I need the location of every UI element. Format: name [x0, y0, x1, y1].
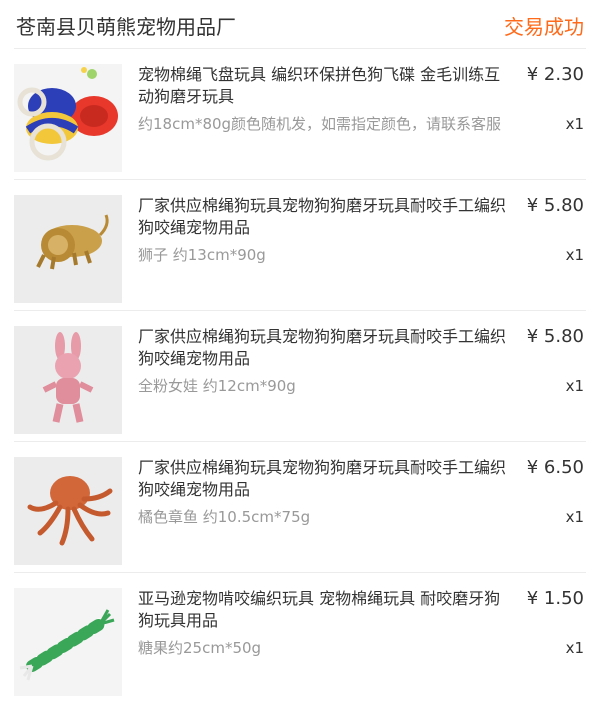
list-item[interactable]: 厂家供应棉绳狗玩具宠物狗狗磨牙玩具耐咬手工编织狗咬绳宠物用品 狮子 约13cm*…: [14, 180, 586, 311]
product-price: ¥ 5.80: [526, 326, 584, 347]
product-price: ¥ 2.30: [526, 64, 584, 85]
rope-lion-toy-icon: [14, 195, 122, 303]
product-spec: 狮子 约13cm*90g: [138, 246, 266, 264]
product-price: ¥ 6.50: [526, 457, 584, 478]
product-image[interactable]: [14, 588, 122, 696]
list-item[interactable]: 宠物棉绳飞盘玩具 编织环保拼色狗飞碟 金毛训练互动狗磨牙玩具 约18cm*80g…: [14, 49, 586, 180]
product-title[interactable]: 亚马逊宠物啃咬编织玩具 宠物棉绳玩具 耐咬磨牙狗狗玩具用品: [138, 588, 516, 632]
order-status: 交易成功: [504, 15, 584, 39]
product-price: ¥ 5.80: [526, 195, 584, 216]
product-quantity: x1: [565, 246, 584, 264]
rope-candy-toy-icon: [14, 588, 122, 696]
product-quantity: x1: [565, 639, 584, 657]
list-item[interactable]: 厂家供应棉绳狗玩具宠物狗狗磨牙玩具耐咬手工编织狗咬绳宠物用品 全粉女娃 约12c…: [14, 311, 586, 442]
product-image[interactable]: [14, 457, 122, 565]
rope-frisbee-toy-icon: [14, 64, 122, 172]
product-quantity: x1: [565, 508, 584, 526]
rope-pink-doll-toy-icon: [14, 326, 122, 434]
product-image[interactable]: [14, 195, 122, 303]
order-item-list: 宠物棉绳飞盘玩具 编织环保拼色狗飞碟 金毛训练互动狗磨牙玩具 约18cm*80g…: [14, 49, 586, 703]
list-item[interactable]: 厂家供应棉绳狗玩具宠物狗狗磨牙玩具耐咬手工编织狗咬绳宠物用品 橘色章鱼 约10.…: [14, 442, 586, 573]
product-title[interactable]: 厂家供应棉绳狗玩具宠物狗狗磨牙玩具耐咬手工编织狗咬绳宠物用品: [138, 195, 516, 239]
product-spec: 约18cm*80g颜色随机发，如需指定颜色，请联系客服: [138, 115, 502, 133]
product-spec: 橘色章鱼 约10.5cm*75g: [138, 508, 311, 526]
shop-name[interactable]: 苍南县贝萌熊宠物用品厂: [16, 11, 236, 40]
product-image[interactable]: [14, 326, 122, 434]
product-title[interactable]: 厂家供应棉绳狗玩具宠物狗狗磨牙玩具耐咬手工编织狗咬绳宠物用品: [138, 326, 516, 370]
product-spec: 全粉女娃 约12cm*90g: [138, 377, 296, 395]
product-price: ¥ 1.50: [526, 588, 584, 609]
rope-octopus-toy-icon: [14, 457, 122, 565]
product-title[interactable]: 宠物棉绳飞盘玩具 编织环保拼色狗飞碟 金毛训练互动狗磨牙玩具: [138, 64, 516, 108]
list-item[interactable]: 亚马逊宠物啃咬编织玩具 宠物棉绳玩具 耐咬磨牙狗狗玩具用品 糖果约25cm*50…: [14, 573, 586, 703]
product-spec: 糖果约25cm*50g: [138, 639, 262, 657]
order-header: 苍南县贝萌熊宠物用品厂 交易成功: [14, 0, 586, 49]
product-quantity: x1: [565, 377, 584, 395]
product-quantity: x1: [565, 115, 584, 133]
product-title[interactable]: 厂家供应棉绳狗玩具宠物狗狗磨牙玩具耐咬手工编织狗咬绳宠物用品: [138, 457, 516, 501]
product-image[interactable]: [14, 64, 122, 172]
